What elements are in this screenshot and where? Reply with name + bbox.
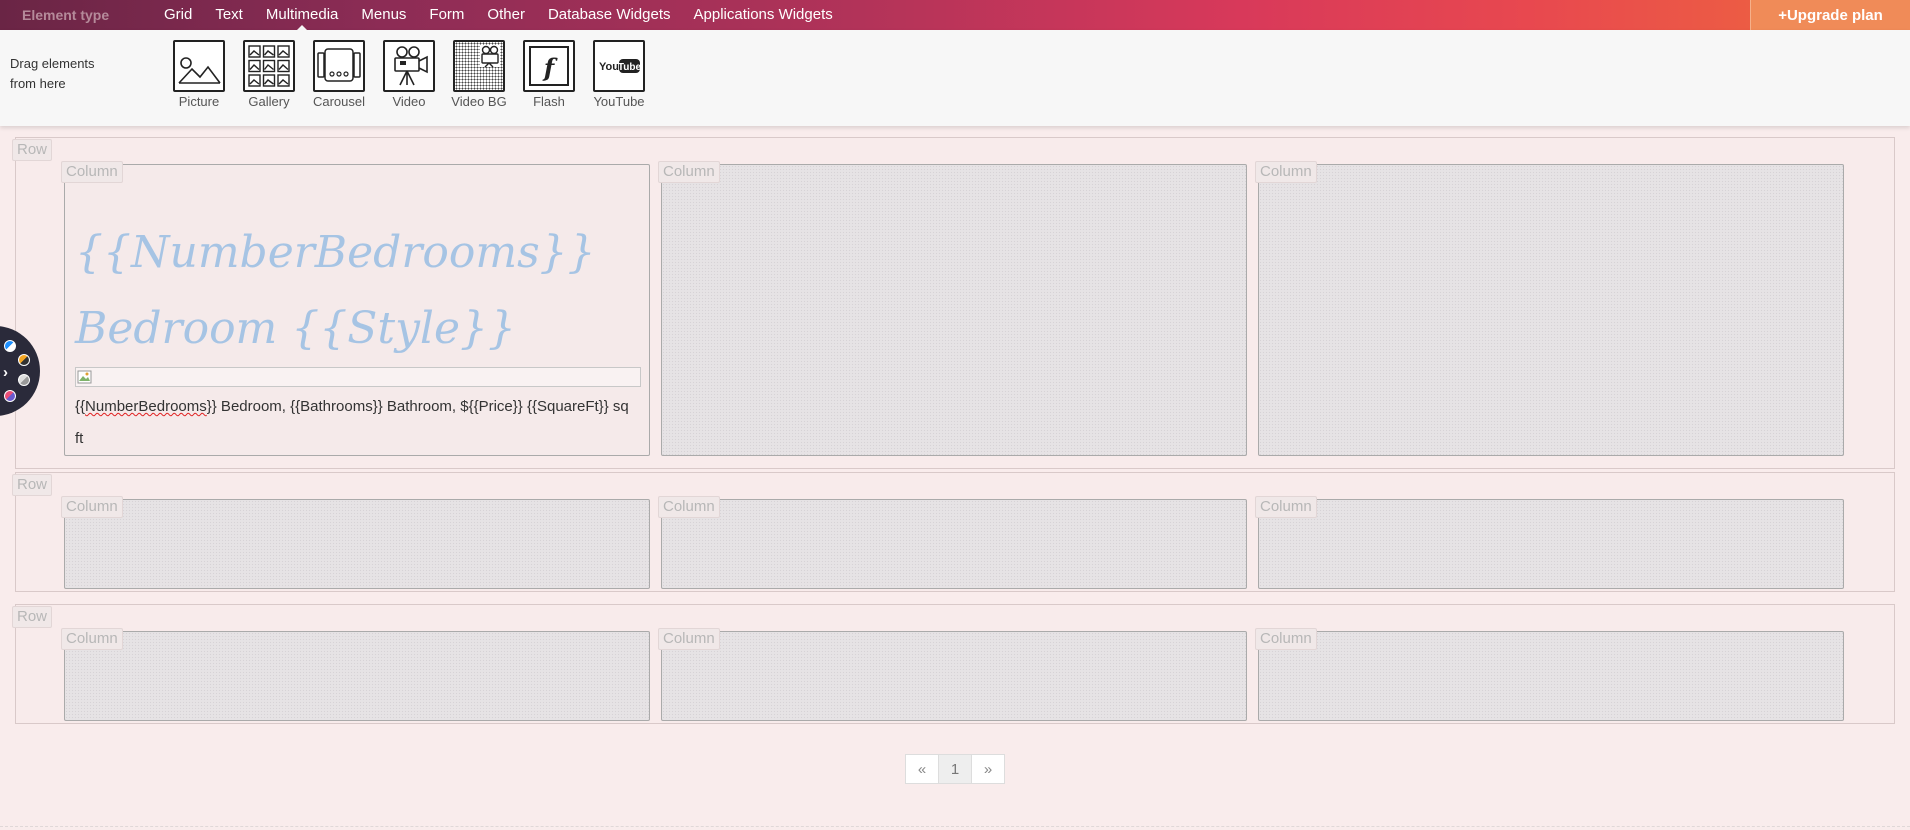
- pagination: « 1 »: [905, 754, 1005, 784]
- palette-item-video-bg[interactable]: Video BG: [444, 40, 514, 109]
- youtube-icon: You Tube: [593, 40, 645, 92]
- menu-menus[interactable]: Menus: [361, 0, 406, 30]
- menu-applications-widgets[interactable]: Applications Widgets: [694, 0, 833, 30]
- palette-item-label: Gallery: [248, 94, 290, 109]
- column-label: Column: [61, 496, 123, 518]
- palette-item-gallery[interactable]: Gallery: [234, 40, 304, 109]
- column-label: Column: [61, 161, 123, 183]
- color-dot-icon: [4, 390, 16, 402]
- element-palette: Drag elements from here Picture Gallery …: [0, 30, 1910, 126]
- gallery-icon: [243, 40, 295, 92]
- grid-column-1-3[interactable]: Column: [1255, 161, 1844, 456]
- row-label: Row: [12, 139, 53, 161]
- flash-icon: f: [523, 40, 575, 92]
- palette-items: Picture Gallery Carousel Video Video BG …: [164, 40, 654, 109]
- column-label: Column: [658, 628, 720, 650]
- svg-text:Tube: Tube: [618, 62, 642, 73]
- element-type-menu: Grid Text Multimedia Menus Form Other Da…: [164, 0, 856, 31]
- palette-item-picture[interactable]: Picture: [164, 40, 234, 109]
- column-label: Column: [1255, 161, 1317, 183]
- palette-item-label: Flash: [533, 94, 565, 109]
- grid-column-2-2[interactable]: Column: [658, 496, 1247, 589]
- broken-image-icon: [77, 370, 92, 384]
- color-dot-icon: [4, 340, 16, 352]
- picture-icon: [173, 40, 225, 92]
- row-label: Row: [12, 606, 53, 628]
- palette-item-label: Video BG: [451, 94, 507, 109]
- color-dot-icon: [18, 354, 30, 366]
- menu-multimedia[interactable]: Multimedia: [266, 0, 338, 31]
- grid-row-2[interactable]: Row Column Column Column: [12, 472, 1895, 592]
- palette-item-label: Carousel: [312, 94, 366, 109]
- menu-database-widgets[interactable]: Database Widgets: [548, 0, 671, 30]
- grid-column-2-1[interactable]: Column: [61, 496, 650, 589]
- top-nav-bar: Element type Grid Text Multimedia Menus …: [0, 0, 1910, 31]
- grid-column-3-1[interactable]: Column: [61, 628, 650, 721]
- grid-row-1[interactable]: Row Column {{NumberBedrooms}} Bedroom {{…: [12, 137, 1895, 469]
- menu-form[interactable]: Form: [429, 0, 464, 30]
- title-template-text[interactable]: {{NumberBedrooms}} Bedroom {{Style}}: [75, 215, 645, 367]
- palette-item-label: YouTube: [593, 94, 645, 109]
- footer-divider: [0, 826, 1910, 830]
- video-camera-icon: [383, 40, 435, 92]
- grid-row-3[interactable]: Row Column Column Column: [12, 604, 1895, 724]
- column-label: Column: [61, 628, 123, 650]
- chevron-right-icon: ›: [3, 364, 8, 381]
- column-label: Column: [658, 496, 720, 518]
- column-label: Column: [1255, 628, 1317, 650]
- broken-image-placeholder[interactable]: [75, 367, 641, 387]
- menu-grid[interactable]: Grid: [164, 0, 192, 30]
- grid-column-1-1[interactable]: Column {{NumberBedrooms}} Bedroom {{Styl…: [61, 161, 650, 456]
- description-text-part: {{: [75, 398, 86, 415]
- element-type-label: Element type: [22, 7, 110, 23]
- grid-column-2-3[interactable]: Column: [1255, 496, 1844, 589]
- svg-text:You: You: [599, 61, 619, 73]
- palette-item-youtube[interactable]: You Tube YouTube: [584, 40, 654, 109]
- menu-other[interactable]: Other: [487, 0, 525, 30]
- color-dot-icon: [18, 374, 30, 386]
- row-label: Row: [12, 474, 53, 496]
- palette-item-video[interactable]: Video: [374, 40, 444, 109]
- grid-column-1-2[interactable]: Column: [658, 161, 1247, 456]
- palette-item-label: Picture: [178, 94, 220, 109]
- palette-item-carousel[interactable]: Carousel: [304, 40, 374, 109]
- menu-text[interactable]: Text: [215, 0, 243, 30]
- video-bg-icon: [453, 40, 505, 92]
- column-label: Column: [1255, 496, 1317, 518]
- pagination-next[interactable]: »: [971, 754, 1005, 784]
- palette-item-label: Video: [392, 94, 426, 109]
- grid-column-3-2[interactable]: Column: [658, 628, 1247, 721]
- pagination-page-1[interactable]: 1: [938, 754, 972, 784]
- palette-item-flash[interactable]: f Flash: [514, 40, 584, 109]
- grid-column-3-3[interactable]: Column: [1255, 628, 1844, 721]
- column-label: Column: [658, 161, 720, 183]
- drag-hint: Drag elements from here: [10, 56, 95, 91]
- carousel-icon: [313, 40, 365, 92]
- pagination-prev[interactable]: «: [905, 754, 939, 784]
- description-template-text[interactable]: {{NumberBedrooms}} Bedroom, {{Bathrooms}…: [75, 391, 641, 455]
- upgrade-plan-button[interactable]: +Upgrade plan: [1750, 0, 1910, 30]
- misspelled-word: NumberBedrooms: [85, 398, 207, 415]
